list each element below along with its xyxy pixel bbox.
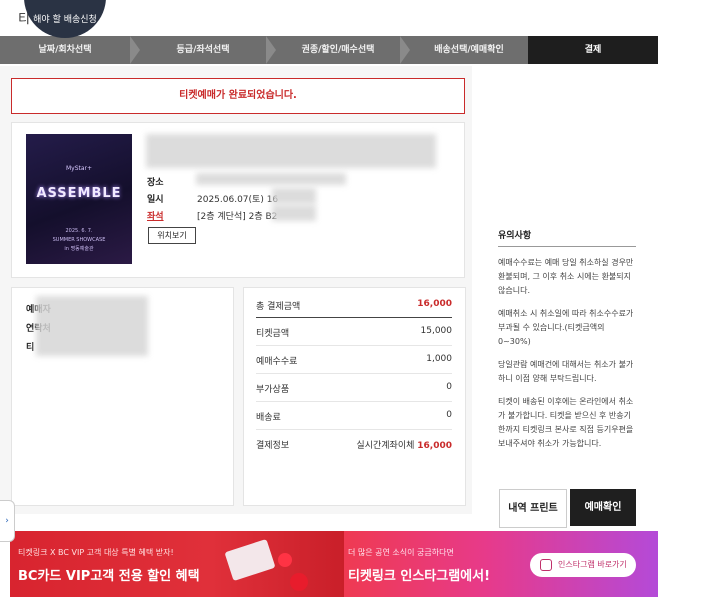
booking-confirm-button[interactable]: 예매확인 xyxy=(570,489,636,526)
notice-text-4: 티켓이 배송된 이후에는 온라인에서 취소가 불가합니다. 티켓을 받으신 후 … xyxy=(498,397,634,448)
decor-ball xyxy=(278,553,292,567)
credit-card-graphic xyxy=(224,538,276,582)
step-discount: 권종/할인/매수선택 xyxy=(301,45,375,55)
payment-method-value: 실시간계좌이체 16,000 xyxy=(356,438,452,451)
redacted-seat xyxy=(272,205,316,221)
bubble-text: 해야 할 배송신청 xyxy=(33,15,97,25)
payment-method-label: 결제정보 xyxy=(256,441,290,451)
decor-ball xyxy=(290,573,308,591)
poster-venue: in 명동예술관 xyxy=(64,246,94,252)
insta-banner-subtitle: 더 많은 공연 소식이 궁금하다면 xyxy=(348,548,454,557)
bc-card-banner[interactable]: 티켓링크 X BC VIP 고객 대상 특별 혜택 받자! BC카드 VIP고객… xyxy=(10,531,344,597)
ticket-price-row: 티켓금액 15,000 xyxy=(256,323,452,343)
divider xyxy=(256,429,452,430)
step-separator xyxy=(266,36,276,64)
notice-text-3: 당일관람 예매건에 대해서는 취소가 불가하니 이점 양해 부탁드립니다. xyxy=(498,360,634,383)
step-separator xyxy=(130,36,140,64)
divider xyxy=(256,373,452,374)
seat-value: [2층 계단석] 2층 B2 xyxy=(197,212,278,222)
notice-title: 유의사항 xyxy=(498,228,636,247)
instagram-icon xyxy=(540,559,552,571)
buyer-ticket-label: 티 xyxy=(26,343,35,353)
total-value: 16,000 xyxy=(417,299,452,309)
bc-banner-subtitle: 티켓링크 X BC VIP 고객 대상 특별 혜택 받자! xyxy=(18,548,174,557)
redacted-title xyxy=(146,134,436,168)
notice-text-1: 예매수수료는 예매 당일 취소하실 경우만 환불되며, 그 이후 취소 시에는 … xyxy=(498,258,634,295)
date-label: 일시 xyxy=(147,195,164,205)
step-progress-bar: 날짜/회차선택 등급/좌석선택 권종/할인/매수선택 배송선택/예매확인 결제 xyxy=(0,36,658,64)
divider xyxy=(256,317,452,318)
step-delivery: 배송선택/예매확인 xyxy=(434,45,504,55)
step-seat: 등급/좌석선택 xyxy=(176,45,230,55)
print-history-button[interactable]: 내역 프린트 xyxy=(499,489,567,528)
delivery-notice-bubble[interactable]: 0일 해야 할 배송신청 xyxy=(24,0,106,38)
extra-value: 0 xyxy=(446,382,452,392)
step-date: 날짜/회차선택 xyxy=(38,45,92,55)
step-separator xyxy=(400,36,410,64)
total-row: 총 결제금액 16,000 xyxy=(256,296,452,316)
notice-text-2: 예매취소 시 취소일에 따라 취소수수료가 부과될 수 있습니다.(티켓금액의 … xyxy=(498,309,634,346)
poster-subtitle: SUMMER SHOWCASE xyxy=(52,237,106,243)
place-label: 장소 xyxy=(147,178,164,188)
total-label: 총 결제금액 xyxy=(256,302,301,312)
notice-sidebar: 유의사항 예매수수료는 예매 당일 취소하실 경우만 환불되며, 그 이후 취소… xyxy=(498,228,636,451)
poster-date: 2025. 6. 7. xyxy=(65,228,93,234)
fee-value: 1,000 xyxy=(426,354,452,364)
redacted-place xyxy=(196,173,346,185)
redacted-time xyxy=(272,188,316,204)
bc-banner-title: BC카드 VIP고객 전용 할인 혜택 xyxy=(18,569,200,584)
extra-label: 부가상품 xyxy=(256,385,290,395)
instagram-banner[interactable]: 더 많은 공연 소식이 궁금하다면 티켓링크 인스타그램에서! 인스타그램 바로… xyxy=(344,531,658,597)
delivery-fee-value: 0 xyxy=(446,410,452,420)
location-button[interactable]: 위치보기 xyxy=(148,227,196,244)
seat-label[interactable]: 좌석 xyxy=(147,209,164,222)
delivery-fee-row: 배송료 0 xyxy=(256,407,452,427)
event-poster: MyStar+ ASSEMBLE 2025. 6. 7. SUMMER SHOW… xyxy=(26,134,132,264)
ticket-price-value: 15,000 xyxy=(420,326,453,336)
divider xyxy=(256,401,452,402)
fee-row: 예매수수료 1,000 xyxy=(256,351,452,371)
ticket-price-label: 티켓금액 xyxy=(256,329,290,339)
payment-method-row: 결제정보 실시간계좌이체 16,000 xyxy=(256,435,452,455)
delivery-fee-label: 배송료 xyxy=(256,413,281,423)
poster-title: ASSEMBLE xyxy=(36,186,122,201)
fee-label: 예매수수료 xyxy=(256,357,298,367)
payment-method-name: 실시간계좌이체 xyxy=(356,441,415,451)
insta-banner-title: 티켓링크 인스타그램에서! xyxy=(348,569,491,584)
completion-notice: 티켓예매가 완료되었습니다. xyxy=(11,78,465,114)
instagram-link-button[interactable]: 인스타그램 바로가기 xyxy=(530,553,636,577)
extra-row: 부가상품 0 xyxy=(256,379,452,399)
side-expand-tab[interactable]: › xyxy=(0,500,15,542)
poster-brand: MyStar+ xyxy=(65,165,93,172)
date-value: 2025.06.07(토) 16 xyxy=(197,195,279,205)
payment-method-amount: 16,000 xyxy=(417,441,452,451)
divider xyxy=(256,345,452,346)
step-payment: 결제 xyxy=(528,36,658,64)
redacted-buyer xyxy=(36,296,148,356)
instagram-link-label: 인스타그램 바로가기 xyxy=(558,560,627,569)
